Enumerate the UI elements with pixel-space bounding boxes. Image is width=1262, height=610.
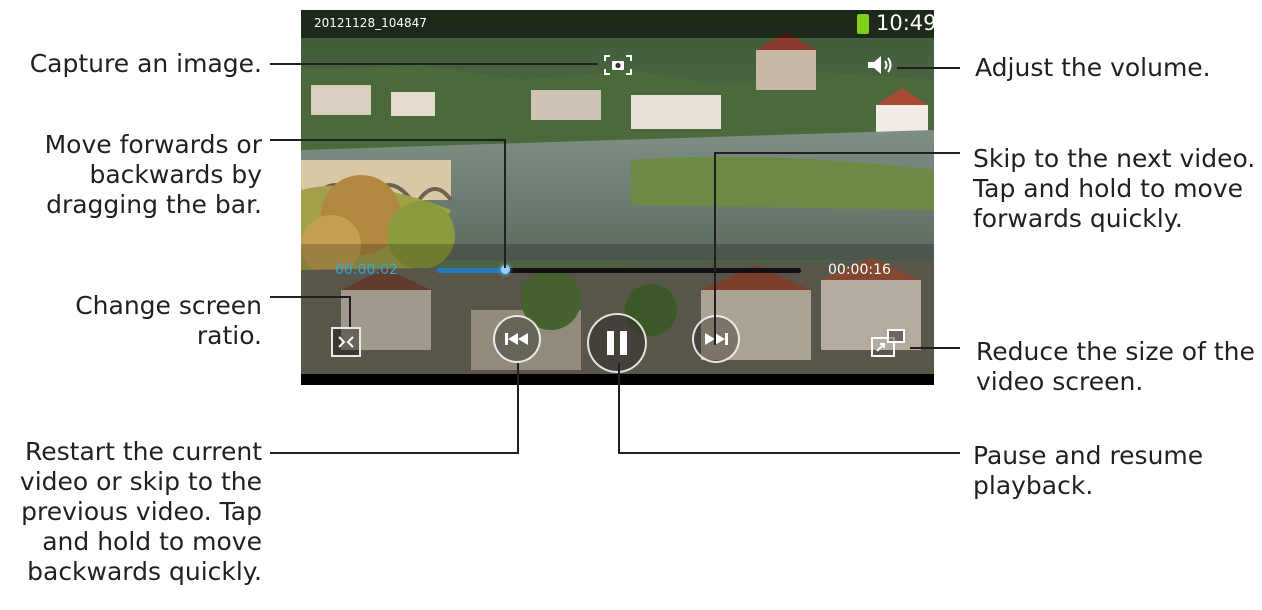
callout-lines [270, 63, 960, 454]
